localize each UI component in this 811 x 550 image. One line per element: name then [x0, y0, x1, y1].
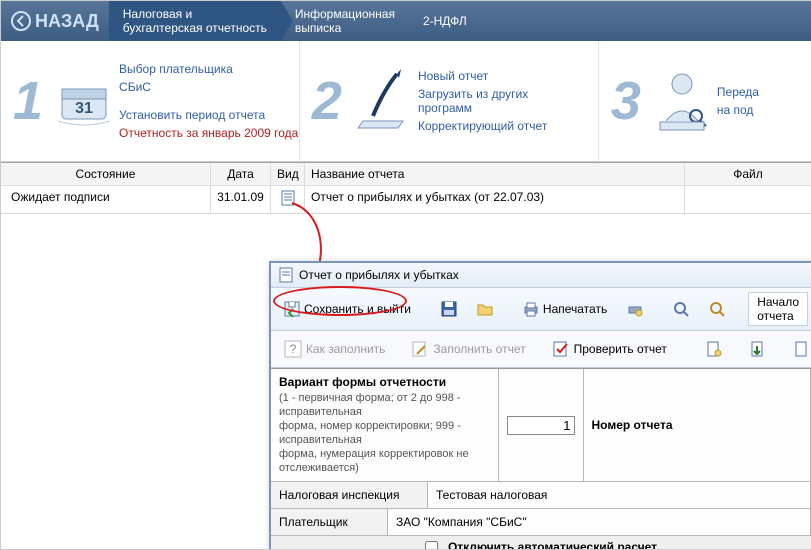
document-blank-icon	[793, 340, 811, 358]
extra-button-1[interactable]	[698, 337, 730, 361]
payer-label: Плательщик	[271, 509, 388, 535]
print-button[interactable]: Напечатать	[516, 298, 614, 320]
extra-button-2[interactable]	[742, 337, 774, 361]
step-number: 3	[611, 70, 641, 132]
svg-text:31: 31	[75, 100, 93, 117]
magnifier-minus-icon	[709, 301, 725, 317]
th-name: Название отчета	[305, 163, 685, 186]
cell-file	[685, 186, 811, 214]
tab-label: Налоговая и бухгалтерская отчетность	[123, 7, 267, 35]
step-2: 2 Новый отчет Загрузить из других програ…	[300, 41, 599, 161]
send-link[interactable]: Переда	[717, 85, 759, 99]
check-report-icon	[552, 340, 570, 358]
printer-gear-icon	[627, 301, 643, 317]
payer-value[interactable]: ЗАО "Компания "СБиС"	[388, 509, 811, 535]
variant-number-input[interactable]	[507, 416, 575, 435]
correcting-report-link[interactable]: Корректирующий отчет	[418, 119, 558, 133]
tab-info-extract[interactable]: Информационная выписка	[281, 1, 409, 41]
report-dialog: Отчет о прибылях и убытках Сохранить и в…	[269, 261, 811, 550]
new-report-link[interactable]: Новый отчет	[418, 69, 558, 83]
th-date: Дата	[211, 163, 271, 186]
tab-tax-accounting[interactable]: Налоговая и бухгалтерская отчетность	[109, 1, 281, 41]
variant-title: Вариант формы отчетности	[279, 375, 490, 389]
save-button[interactable]	[434, 298, 464, 320]
back-label: НАЗАД	[35, 11, 99, 32]
document-icon	[281, 190, 295, 206]
folder-icon	[477, 301, 493, 317]
zoom-out-button[interactable]	[702, 298, 732, 320]
person-sign-illustration-icon	[647, 61, 717, 141]
fill-report-label: Заполнить отчет	[433, 342, 525, 356]
report-number-label: Номер отчета	[592, 418, 673, 432]
extra-button-3[interactable]	[786, 337, 811, 361]
dialog-document-icon	[279, 267, 293, 283]
document-link-icon	[705, 340, 723, 358]
cell-name: Отчет о прибылях и убытках (от 22.07.03)	[305, 186, 685, 214]
table-row[interactable]: Ожидает подписи 31.01.09 Отчет о прибыля…	[1, 186, 811, 214]
payer-value-link[interactable]: СБиС	[119, 80, 298, 94]
reports-table: Состояние Дата Вид Название отчета Файл …	[1, 162, 811, 214]
check-report-button[interactable]: Проверить отчет	[545, 337, 674, 361]
step-3: 3 Переда на под	[599, 41, 811, 161]
cell-kind-icon	[271, 186, 305, 214]
for-sign-link[interactable]: на под	[717, 103, 759, 117]
how-to-fill-button: ? Как заполнить	[277, 337, 392, 361]
step-1: 1 31 Выбор плательщика СБиС Установить п…	[1, 41, 300, 161]
back-button[interactable]: НАЗАД	[1, 1, 109, 41]
period-value-link[interactable]: Отчетность за январь 2009 года	[119, 126, 298, 140]
zoom-in-button[interactable]	[666, 298, 696, 320]
magnifier-plus-icon	[673, 301, 689, 317]
svg-text:?: ?	[290, 342, 297, 356]
cell-date: 31.01.09	[211, 186, 271, 214]
tab-2ndfl[interactable]: 2-НДФЛ	[409, 1, 481, 41]
tab-label: Информационная выписка	[295, 7, 395, 35]
printer-icon	[523, 301, 539, 317]
load-from-other-link[interactable]: Загрузить из других программ	[418, 87, 558, 115]
save-and-exit-button[interactable]: Сохранить и выйти	[277, 298, 418, 320]
document-arrow-icon	[749, 340, 767, 358]
diskette-icon	[441, 301, 457, 317]
back-arrow-icon	[11, 11, 31, 31]
cell-state: Ожидает подписи	[1, 186, 211, 214]
variant-subtitle: (1 - первичная форма; от 2 до 998 - испр…	[279, 391, 490, 475]
fill-report-icon	[411, 340, 429, 358]
fill-report-button: Заполнить отчет	[404, 337, 532, 361]
th-kind: Вид	[271, 163, 305, 186]
set-period-link[interactable]: Установить период отчета	[119, 108, 298, 122]
save-exit-icon	[284, 301, 300, 317]
pen-illustration-icon	[348, 61, 418, 141]
help-icon: ?	[284, 340, 302, 358]
tax-inspection-value[interactable]: Тестовая налоговая	[428, 482, 811, 508]
step-number: 1	[13, 70, 43, 132]
th-file: Файл	[685, 163, 811, 186]
disable-auto-calc-checkbox[interactable]	[425, 541, 438, 550]
dialog-title: Отчет о прибылях и убытках	[299, 268, 459, 282]
print-options-button[interactable]	[620, 298, 650, 320]
folder-button[interactable]	[470, 298, 500, 320]
tab-label: 2-НДФЛ	[423, 14, 467, 28]
choose-payer-link[interactable]: Выбор плательщика	[119, 62, 298, 76]
calendar-illustration-icon: 31	[49, 61, 119, 141]
th-state: Состояние	[1, 163, 211, 186]
how-fill-label: Как заполнить	[306, 342, 385, 356]
section-nav-label[interactable]: Начало отчета	[748, 292, 808, 326]
disable-auto-calc-label: Отключить автоматический расчет	[448, 540, 657, 550]
step-number: 2	[312, 70, 342, 132]
print-label: Напечатать	[543, 302, 607, 316]
tax-inspection-label: Налоговая инспекция	[271, 482, 428, 508]
check-report-label: Проверить отчет	[574, 342, 667, 356]
save-exit-label: Сохранить и выйти	[304, 302, 411, 316]
